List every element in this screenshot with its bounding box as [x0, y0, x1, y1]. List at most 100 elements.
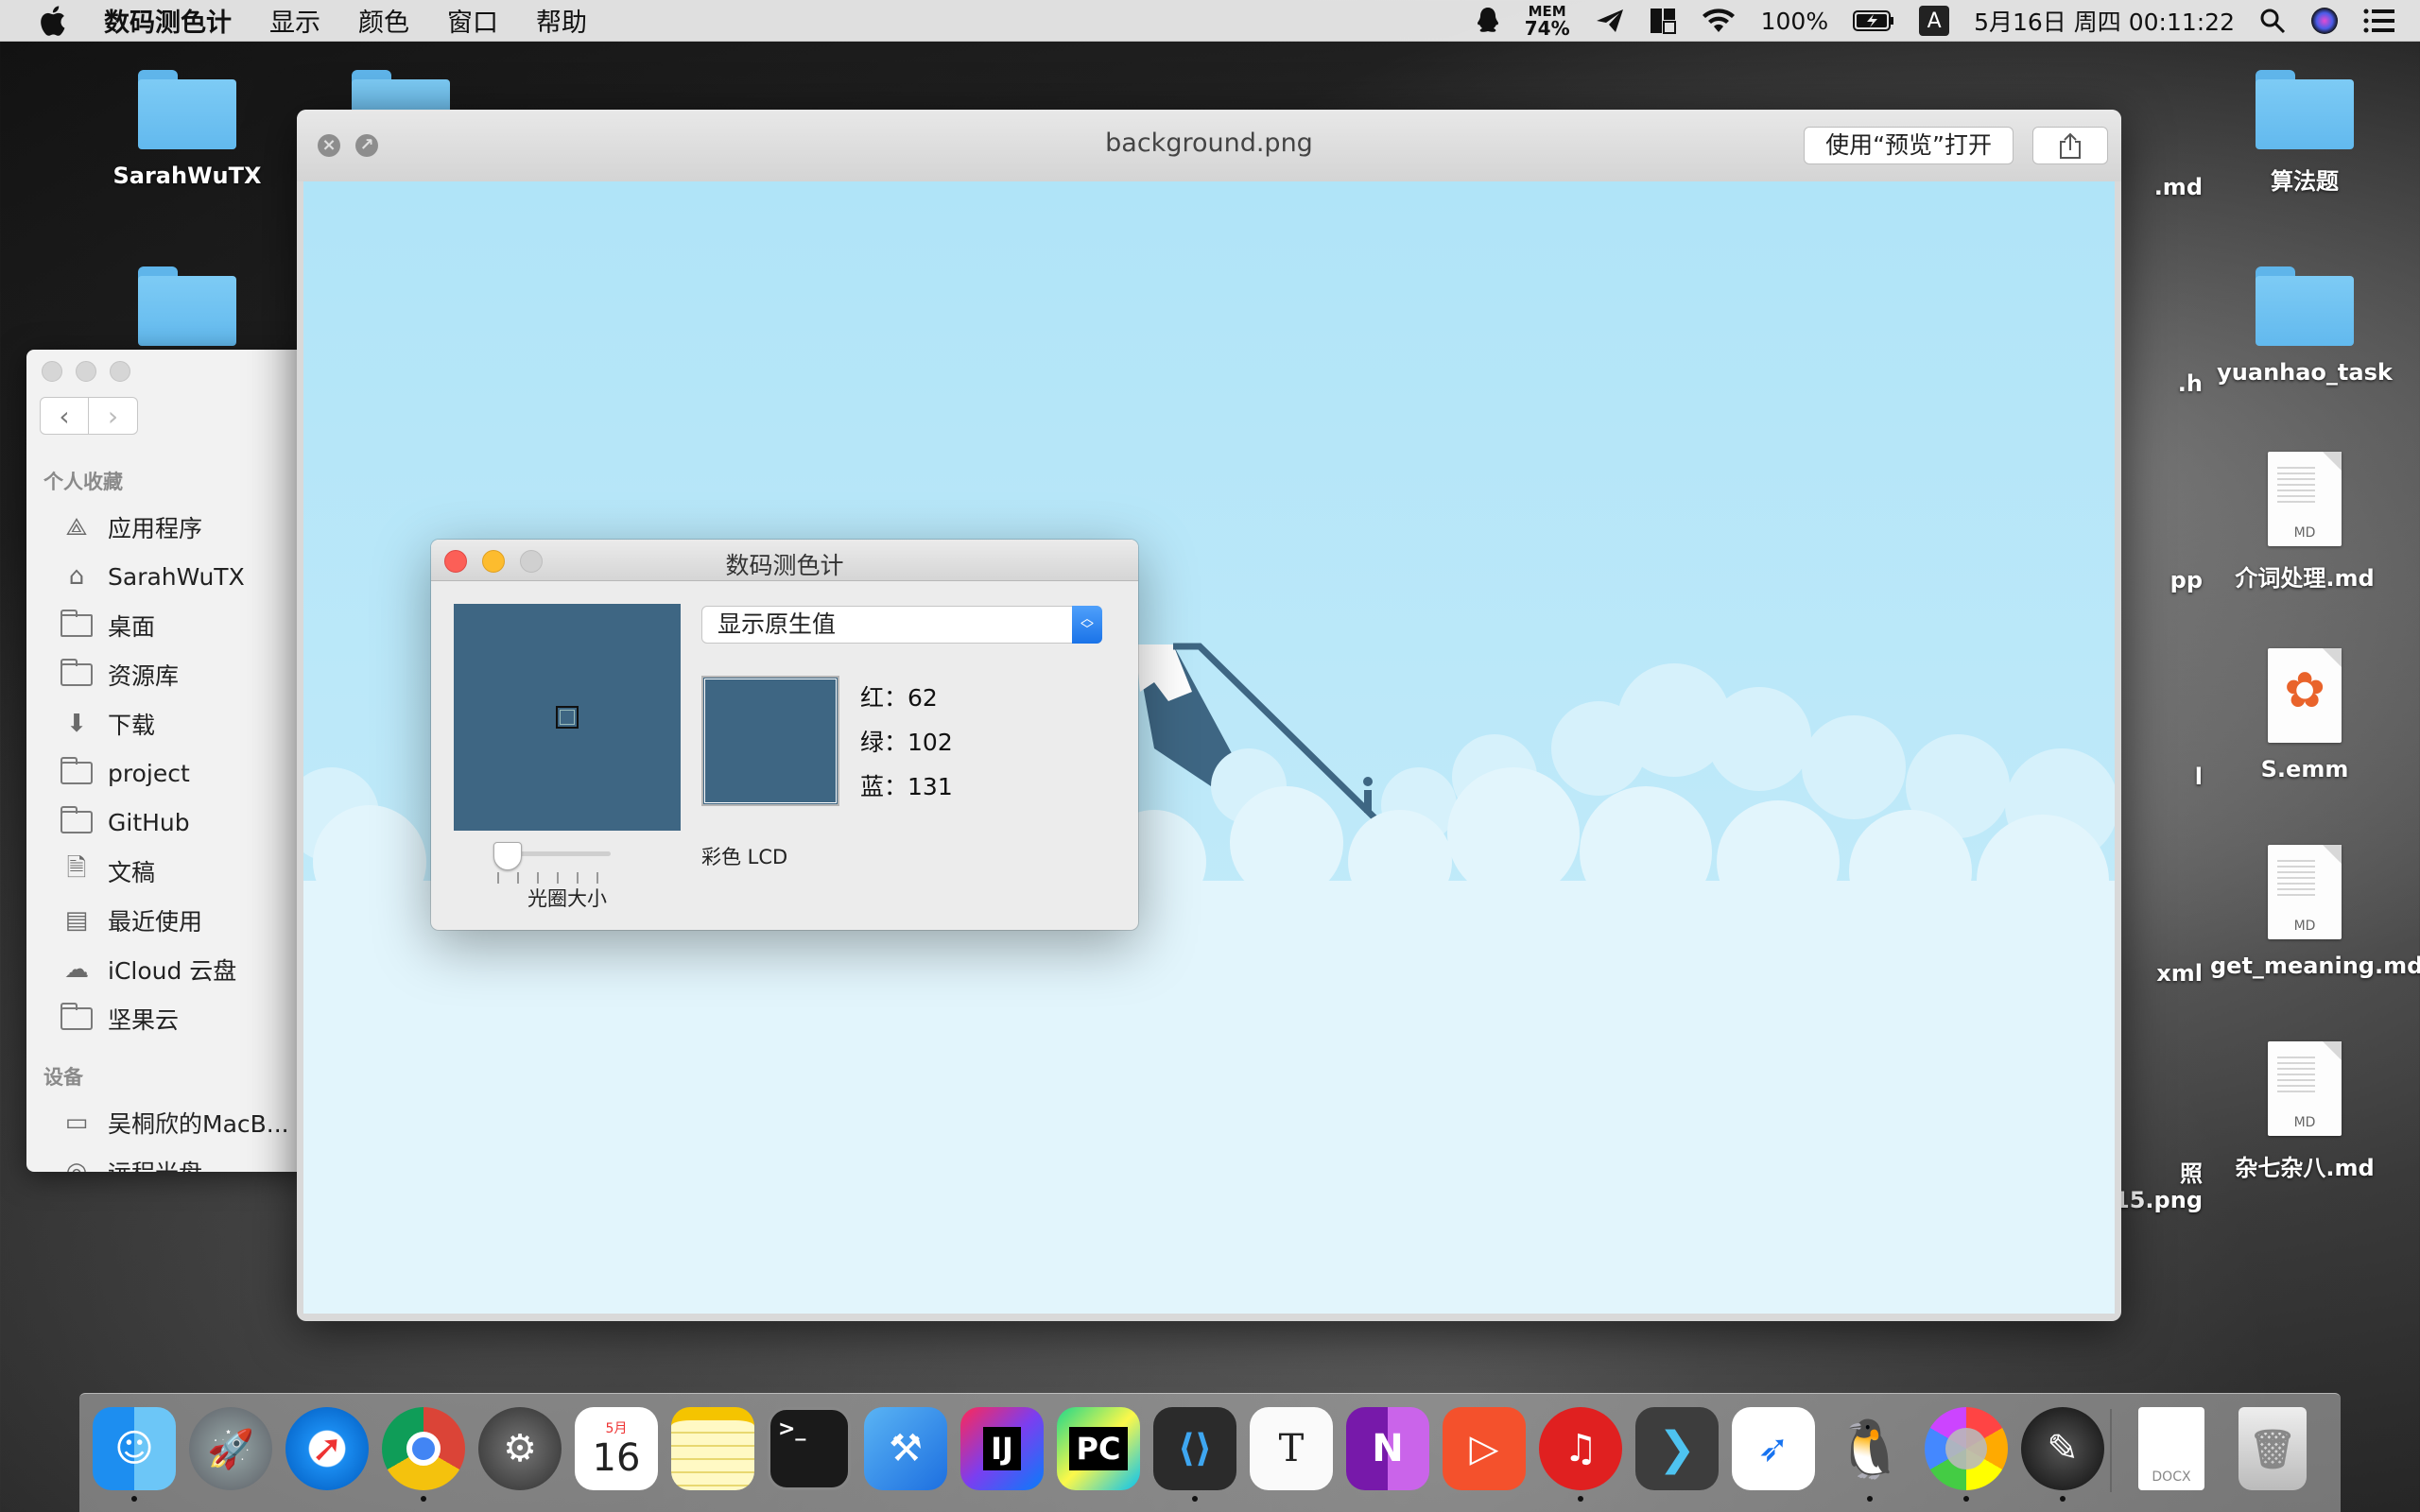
sidebar-item-macbook[interactable]: ▭ 吴桐欣的MacB... [26, 1098, 310, 1147]
notification-center-icon[interactable] [2363, 9, 2395, 33]
arrow-app-icon[interactable]: ❯ [1635, 1407, 1719, 1490]
sidebar-item-jianguoyun[interactable]: 坚果云 [26, 994, 310, 1043]
green-value-row: 绿：102 [860, 724, 953, 768]
onenote-icon[interactable]: N [1346, 1407, 1429, 1490]
input-method-indicator[interactable]: A [1919, 6, 1950, 36]
sidebar-item-library[interactable]: 资源库 [26, 650, 310, 699]
window-controls [42, 361, 130, 382]
color-profile-label: 彩色 LCD [701, 846, 788, 868]
desktop-icon-s-emm[interactable]: ✿ S.emm [2210, 648, 2399, 782]
sidebar-item-home[interactable]: ⌂ SarahWuTX [26, 552, 310, 601]
sidebar-item-label: 吴桐欣的MacB... [108, 1110, 289, 1138]
sidebar-item-project[interactable]: project [26, 748, 310, 798]
netease-music-icon[interactable]: ♫ [1539, 1407, 1622, 1502]
desktop-icon-label: S.emm [2260, 756, 2349, 782]
sidebar-item-applications[interactable]: ⟁ 应用程序 [26, 503, 310, 552]
vscode-icon[interactable]: ⟨⟩ [1153, 1407, 1236, 1502]
terminal-icon[interactable]: >_ [768, 1407, 851, 1490]
desktop-icon-label: yuanhao_task [2217, 359, 2393, 386]
share-button[interactable] [2032, 127, 2108, 164]
onenote-text: N [1372, 1427, 1404, 1470]
forward-button[interactable]: › [89, 397, 138, 435]
desktop-icon-folder[interactable] [93, 266, 282, 359]
sidebar-item-github[interactable]: GitHub [26, 798, 310, 847]
finder-icon[interactable]: ☺ [93, 1407, 176, 1502]
aperture-slider-thumb[interactable] [493, 842, 522, 870]
apple-icon[interactable] [38, 5, 66, 37]
video-player-icon[interactable]: ▷ [1443, 1407, 1526, 1490]
feishu-icon[interactable]: ➶ [1732, 1407, 1815, 1490]
launchpad-icon[interactable]: 🚀 [189, 1407, 272, 1490]
desktop-icon-sarahwutx[interactable]: SarahWuTX [93, 70, 282, 189]
digital-color-meter-icon[interactable]: ✎ [2021, 1407, 2104, 1502]
trash-icon[interactable]: 🗑 [2238, 1407, 2307, 1490]
menu-help[interactable]: 帮助 [536, 2, 587, 39]
cloud-icon: ☁ [64, 955, 89, 984]
desktop-icon-algorithms[interactable]: 算法题 [2210, 70, 2399, 196]
menu-color[interactable]: 颜色 [358, 2, 409, 39]
intellij-icon[interactable]: IJ [960, 1407, 1044, 1490]
back-button[interactable]: ‹ [40, 397, 89, 435]
zoom-button[interactable] [110, 361, 130, 382]
clock[interactable]: 5月16日 周四 00:11:22 [1974, 4, 2235, 38]
minimize-button[interactable] [76, 361, 96, 382]
dock-apps: ☺ 🚀 ➚ ⚙ 5月 16 >_ ⚒ IJ PC ⟨⟩ T N ▷ ♫ ❯ ➶ … [93, 1407, 2104, 1502]
sidebar-item-downloads[interactable]: ⬇ 下载 [26, 699, 310, 748]
desktop-icon-label: 杂七杂八.md [2235, 1155, 2375, 1181]
download-icon: ⬇ [66, 710, 87, 738]
sidebar-item-remote-disc[interactable]: ◎ 远程光盘 [26, 1147, 310, 1172]
folder-icon [59, 757, 95, 787]
typora-icon[interactable]: T [1250, 1407, 1333, 1490]
laptop-icon: ▭ [64, 1108, 89, 1137]
xcode-icon[interactable]: ⚒ [864, 1407, 947, 1490]
calendar-icon[interactable]: 5月 16 [575, 1407, 658, 1490]
safari-icon[interactable]: ➚ [285, 1407, 369, 1490]
siri-icon[interactable] [2310, 7, 2339, 35]
red-value-row: 红：62 [860, 679, 953, 724]
folder-icon [2256, 266, 2354, 346]
qq-status-icon[interactable] [1476, 7, 1500, 35]
photos-ring-icon[interactable] [1925, 1407, 2008, 1502]
menu-window[interactable]: 窗口 [447, 2, 498, 39]
desktop-icon-preposition-md[interactable]: MD 介词处理.md [2210, 452, 2399, 593]
recents-icon: ▤ [64, 906, 89, 935]
sidebar-item-label: 远程光盘 [108, 1155, 202, 1172]
docx-stack-icon[interactable]: DOCX [2138, 1407, 2204, 1490]
sidebar-item-label: GitHub [108, 808, 190, 836]
dock: ☺ 🚀 ➚ ⚙ 5月 16 >_ ⚒ IJ PC ⟨⟩ T N ▷ ♫ ❯ ➶ … [79, 1393, 2341, 1512]
sidebar-item-recents[interactable]: ▤ 最近使用 [26, 896, 310, 945]
desktop-icon-yuanhao-task[interactable]: yuanhao_task [2210, 266, 2399, 386]
sidebar-item-label: SarahWuTX [108, 562, 245, 591]
sidebar-item-label: 资源库 [108, 662, 180, 690]
battery-percent[interactable]: 100% [1761, 8, 1828, 35]
folder-icon [59, 1003, 95, 1033]
sidebar-item-icloud[interactable]: ☁ iCloud 云盘 [26, 945, 310, 994]
status-area: MEM 74% 100% A 5月16日 周四 00:11:22 [1476, 0, 2395, 42]
memory-monitor[interactable]: MEM 74% [1525, 4, 1570, 38]
menu-view[interactable]: 显示 [269, 2, 320, 39]
chrome-icon[interactable] [382, 1407, 465, 1502]
wifi-icon[interactable] [1701, 8, 1737, 34]
menu-app-name[interactable]: 数码测色计 [104, 2, 232, 39]
markdown-file-icon: MD [2268, 845, 2342, 939]
chevron-updown-icon: ︿ ﹀ [1072, 606, 1102, 644]
digital-color-meter-window: 数码测色计 光圈大小 显示原生值 ︿ ﹀ 红：62 绿：102 蓝：131 彩色 … [431, 540, 1138, 930]
desktop-icon-get-meaning-md[interactable]: MD get_meaning.md [2210, 845, 2420, 979]
sidebar-item-documents[interactable]: 🗎 文稿 [26, 847, 310, 896]
pycharm-icon[interactable]: PC [1057, 1407, 1140, 1490]
notes-icon[interactable] [671, 1407, 754, 1490]
color-swatch [701, 676, 839, 806]
battery-icon[interactable] [1853, 9, 1894, 32]
system-preferences-icon[interactable]: ⚙ [478, 1407, 562, 1490]
sidebar-item-desktop[interactable]: 桌面 [26, 601, 310, 650]
desktop-icon-label: 介词处理.md [2235, 565, 2375, 592]
close-button[interactable] [42, 361, 62, 382]
sidebar-item-label: iCloud 云盘 [108, 957, 237, 985]
spotlight-search-icon[interactable] [2259, 8, 2286, 34]
qq-icon[interactable]: 🐧 [1828, 1407, 1911, 1502]
desktop-icon-misc-md[interactable]: MD 杂七杂八.md [2210, 1041, 2399, 1182]
open-with-preview-button[interactable]: 使用“预览”打开 [1804, 127, 2014, 164]
layout-icon[interactable] [1650, 8, 1676, 34]
display-mode-select[interactable]: 显示原生值 ︿ ﹀ [701, 606, 1102, 644]
paper-plane-icon[interactable] [1595, 8, 1625, 34]
